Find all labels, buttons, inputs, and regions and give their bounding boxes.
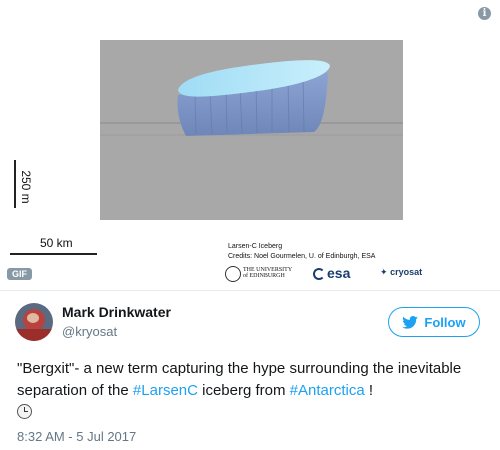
horizontal-scale-label: 50 km <box>40 236 73 250</box>
media-caption: Larsen-C Iceberg Credits: Noel Gourmelen… <box>228 242 375 262</box>
cryosat-logo-text: cryosat <box>390 267 423 277</box>
hashtag-larsenc[interactable]: #LarsenC <box>133 382 198 399</box>
tweet-text: "Bergxit"- a new term capturing the hype… <box>17 358 487 424</box>
tweet-media[interactable]: i 250 m 50 km Larsen-C Iceberg Credits: … <box>0 0 500 290</box>
caption-title: Larsen-C Iceberg <box>228 243 283 250</box>
tweet-text-part3: ! <box>364 382 374 399</box>
tweet-text-part2: iceberg from <box>197 382 290 399</box>
vertical-scale-bar <box>14 160 16 208</box>
gif-badge: GIF <box>7 268 32 280</box>
edinburgh-logo: THE UNIVERSITY of EDINBURGH <box>225 265 295 283</box>
esa-logo: esa <box>313 265 350 281</box>
clock-icon <box>17 404 32 419</box>
twitter-bird-icon <box>402 315 419 329</box>
info-icon[interactable]: i <box>478 7 491 20</box>
iceberg-visualization <box>100 40 403 220</box>
caption-credits: Credits: Noel Gourmelen, U. of Edinburgh… <box>228 253 376 260</box>
tweet-timestamp[interactable]: 8:32 AM - 5 Jul 2017 <box>17 429 136 444</box>
satellite-icon: ✦ <box>380 267 388 277</box>
esa-logo-text: esa <box>327 265 351 281</box>
iceberg-graphic <box>100 60 403 136</box>
divider <box>0 290 500 291</box>
edinburgh-line2: of EDINBURGH <box>243 273 285 279</box>
author-handle[interactable]: @kryosat <box>62 324 117 339</box>
follow-button-label: Follow <box>424 314 466 330</box>
vertical-scale-label: 250 m <box>19 170 33 204</box>
author-name[interactable]: Mark Drinkwater <box>62 304 171 320</box>
avatar[interactable] <box>15 303 53 341</box>
hashtag-antarctica[interactable]: #Antarctica <box>290 382 365 399</box>
esa-swirl-icon <box>313 268 325 280</box>
university-crest-icon <box>225 266 241 282</box>
cryosat-logo: ✦ cryosat <box>380 267 422 278</box>
follow-button[interactable]: Follow <box>388 307 480 337</box>
horizontal-scale-bar <box>10 253 97 255</box>
